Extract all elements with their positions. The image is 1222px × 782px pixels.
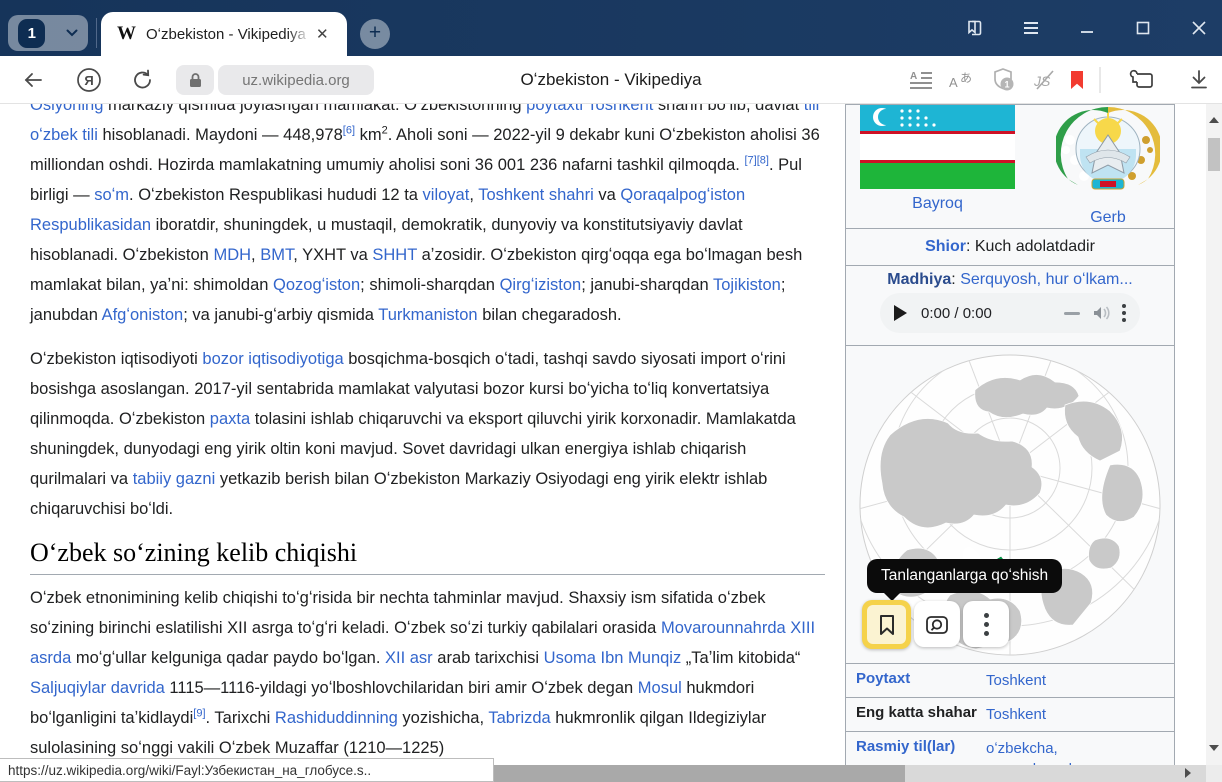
new-tab-button[interactable]: + — [360, 19, 390, 49]
protect-shield-icon: 1 — [991, 67, 1019, 93]
browser-tab[interactable]: W Oʻzbekiston - Vikipediya ✕ — [101, 12, 347, 56]
infobox-map-row: Tanlanganlarga qoʻshish — [846, 346, 1174, 664]
motto-text: : Kuch adolatdadir — [966, 238, 1095, 255]
infobox-row-capital: Poytaxt Toshkent — [846, 664, 1174, 698]
translate-button[interactable]: A あ — [946, 56, 980, 104]
infobox-images-row: Bayroq Gerb — [846, 105, 1174, 229]
svg-text:あ: あ — [960, 71, 972, 85]
javascript-blocked-button[interactable]: JS — [1028, 56, 1060, 104]
article-paragraph: Oʻzbekiston iqtisodiyoti bozor iqtisodiy… — [30, 344, 825, 524]
official-languages-value-link[interactable]: oʻzbekcha,qoraqalpoqcha — [986, 738, 1085, 765]
image-hover-buttons — [862, 601, 1009, 649]
translate-icon: A あ — [949, 69, 977, 91]
audio-time: 0:00 / 0:00 — [921, 305, 1052, 322]
toolbar-separator — [1098, 56, 1102, 104]
wikipedia-favicon-icon: W — [117, 23, 136, 45]
play-icon[interactable] — [894, 305, 907, 321]
anthem-title-link[interactable]: Serquyosh, hur oʻlkam... — [960, 271, 1133, 288]
svg-text:Я: Я — [84, 73, 93, 88]
downloads-button[interactable] — [1184, 56, 1214, 104]
article-paragraph: Osiyoning markaziy qismida joylashgan ma… — [30, 104, 825, 330]
site-security-button[interactable] — [176, 65, 214, 95]
anthem-separator: : — [951, 271, 960, 288]
largest-city-label: Eng katta shahar — [856, 704, 986, 725]
browser-toolbar: Я uz.wikipedia.org Oʻzbekiston - Vikiped… — [0, 56, 1222, 104]
more-options-icon — [984, 613, 989, 636]
article-body: Osiyoning markaziy qismida joylashgan ma… — [30, 104, 825, 765]
audio-menu-icon[interactable] — [1122, 304, 1126, 322]
maximize-icon[interactable] — [1132, 17, 1154, 39]
reload-button[interactable] — [128, 56, 158, 104]
section-heading: Oʻzbek soʻzining kelib chiqishi — [30, 538, 825, 575]
visual-search-button[interactable] — [914, 601, 960, 647]
motto-label-link[interactable]: Shior — [925, 238, 966, 255]
capital-label-link[interactable]: Poytaxt — [856, 670, 986, 691]
tab-close-icon[interactable]: ✕ — [316, 25, 329, 43]
menu-hamburger-icon[interactable] — [1020, 17, 1042, 39]
tab-count-badge: 1 — [18, 19, 45, 48]
official-languages-label-link[interactable]: Rasmiy til(lar) — [856, 738, 986, 765]
page-content: Osiyoning markaziy qismida joylashgan ma… — [0, 104, 1206, 765]
image-more-options-button[interactable] — [963, 601, 1009, 647]
camera-search-icon — [925, 613, 949, 635]
scroll-up-arrow[interactable] — [1206, 112, 1222, 128]
download-icon — [1188, 69, 1210, 91]
infobox-row-largest-city: Eng katta shahar Toshkent — [846, 698, 1174, 732]
article-paragraph: Oʻzbek etnonimining kelib chiqishi toʻgʻ… — [30, 583, 825, 763]
minimize-icon[interactable] — [1076, 17, 1098, 39]
address-bar[interactable]: uz.wikipedia.org — [218, 65, 374, 95]
status-bar-url: https://uz.wikipedia.org/wiki/Fayl:Узбек… — [0, 758, 494, 782]
svg-text:A: A — [910, 71, 917, 82]
bookmark-page-button[interactable] — [1062, 56, 1092, 104]
anthem-label-link[interactable]: Madhiya — [887, 271, 951, 288]
infobox-anthem-row: Madhiya: Serquyosh, hur oʻlkam... 0:00 /… — [846, 266, 1174, 346]
bookmark-outline-icon — [878, 614, 896, 636]
largest-city-value-link[interactable]: Toshkent — [986, 704, 1046, 725]
javascript-blocked-icon: JS — [1031, 69, 1057, 91]
svg-text:A: A — [949, 75, 958, 90]
speaker-icon[interactable] — [1092, 305, 1110, 321]
capital-value-link[interactable]: Toshkent — [986, 670, 1046, 691]
emblem-caption-link[interactable]: Gerb — [1090, 209, 1126, 227]
url-text: uz.wikipedia.org — [242, 72, 350, 89]
scrollbar-corner — [1206, 765, 1222, 782]
flag-caption-link[interactable]: Bayroq — [912, 195, 963, 213]
extensions-button[interactable] — [1124, 56, 1160, 104]
bookmark-red-icon — [1069, 70, 1085, 90]
tab-group-counter[interactable]: 1 — [8, 15, 88, 51]
tabbar-separator — [96, 18, 97, 48]
protect-shield-button[interactable]: 1 — [988, 56, 1022, 104]
sidebar-panel-icon[interactable] — [964, 17, 986, 39]
back-button[interactable] — [18, 56, 48, 104]
extensions-icon — [1128, 68, 1156, 92]
vertical-scrollbar-thumb[interactable] — [1208, 138, 1220, 171]
uzbekistan-flag-image[interactable] — [860, 105, 1015, 189]
shield-badge: 1 — [1004, 80, 1009, 90]
volume-slider[interactable] — [1064, 312, 1080, 315]
add-to-favorites-tooltip: Tanlanganlarga qoʻshish — [867, 559, 1062, 593]
vertical-scrollbar[interactable] — [1206, 104, 1222, 765]
close-icon[interactable] — [1188, 17, 1210, 39]
country-infobox: Bayroq Gerb — [845, 104, 1175, 765]
infobox-motto-row: Shior: Kuch adolatdadir — [846, 229, 1174, 266]
scroll-down-arrow[interactable] — [1206, 740, 1222, 756]
add-to-favorites-button[interactable] — [862, 600, 911, 649]
reader-mode-button[interactable]: A — [905, 56, 937, 104]
tab-title: Oʻzbekiston - Vikipediya — [146, 26, 310, 43]
uzbekistan-emblem-image[interactable] — [1056, 105, 1160, 205]
scroll-right-arrow[interactable] — [1180, 765, 1196, 781]
infobox-row-official-languages: Rasmiy til(lar) oʻzbekcha,qoraqalpoqcha — [846, 732, 1174, 765]
reader-mode-icon: A — [909, 70, 933, 90]
browser-titlebar: 1 W Oʻzbekiston - Vikipediya ✕ + — [0, 0, 1222, 56]
yandex-home-button[interactable]: Я — [74, 56, 104, 104]
chevron-down-icon — [66, 29, 78, 37]
lock-icon — [189, 72, 202, 88]
audio-player[interactable]: 0:00 / 0:00 — [880, 293, 1140, 333]
